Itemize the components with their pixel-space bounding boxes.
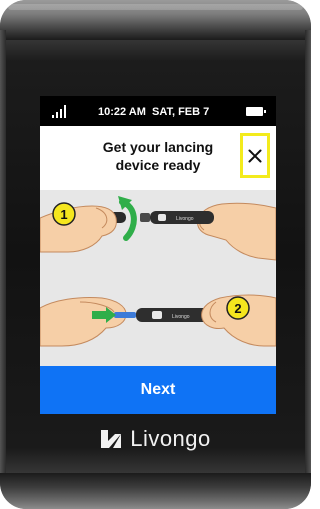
step-1-lancing-device: Livongo (140, 211, 214, 224)
main-panel: Get your lancing device ready Livongo 1 … (40, 126, 276, 414)
brand-logo: Livongo (0, 424, 311, 454)
next-button[interactable]: Next (40, 366, 276, 414)
device-side-right (305, 30, 311, 480)
step-1-number: 1 (60, 207, 67, 222)
status-bar: 10:22 AM SAT, FEB 7 (40, 96, 276, 126)
signal-bars-icon (52, 105, 70, 118)
battery-full-icon (246, 107, 266, 116)
status-date: SAT, FEB 7 (152, 106, 210, 118)
step-1-left-hand (40, 205, 117, 253)
page-title: Get your lancing device ready (102, 139, 214, 173)
device-top-bezel (0, 0, 311, 40)
step-2-left-hand (40, 297, 127, 347)
livongo-mark-icon (101, 430, 122, 448)
device-bottom-bezel (0, 473, 311, 509)
device-brand-label-1: Livongo (176, 216, 194, 222)
step-1-badge: 1 (52, 202, 76, 226)
close-button[interactable] (240, 133, 270, 178)
step-2-number: 2 (234, 301, 241, 316)
close-icon (248, 149, 262, 162)
lancing-device-illustration: Livongo 1 Livongo 2 (40, 190, 276, 366)
status-time: 10:22 AM (98, 106, 146, 118)
header: Get your lancing device ready (40, 126, 276, 190)
device-side-left (0, 30, 6, 480)
illustration-art: Livongo 1 Livongo 2 (40, 196, 276, 347)
step-2-lancet (114, 312, 136, 318)
device-brand-label-2: Livongo (172, 314, 190, 320)
step-2-badge: 2 (226, 296, 250, 320)
status-clock: 10:22 AM SAT, FEB 7 (98, 106, 209, 118)
brand-name: Livongo (130, 426, 211, 451)
